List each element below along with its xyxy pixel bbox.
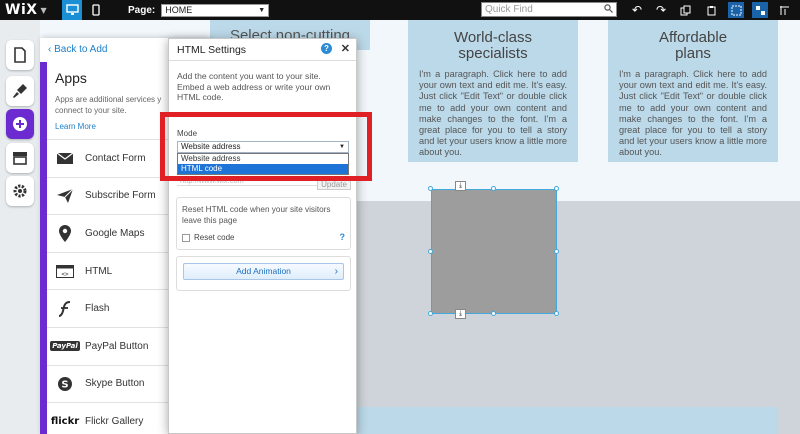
quick-find-input[interactable]: Quick Find: [481, 2, 617, 17]
page-label: Page:: [128, 4, 156, 16]
envelope-icon: [55, 148, 75, 168]
resize-handle[interactable]: [554, 249, 559, 254]
app-item-label: Flash: [85, 303, 110, 315]
search-icon: [604, 4, 613, 17]
app-market-icon: [13, 152, 27, 165]
pages-button[interactable]: [6, 40, 34, 70]
copy-icon[interactable]: [677, 2, 693, 18]
card-world-class[interactable]: World-class specialists I'm a paragraph. …: [408, 20, 578, 162]
highlight-box: [160, 112, 372, 181]
add-icon: [13, 117, 27, 131]
undo-icon[interactable]: ↶: [629, 2, 645, 18]
app-item-label: Subscribe Form: [85, 190, 156, 202]
card-title[interactable]: Affordable plans: [608, 20, 778, 62]
page-select[interactable]: HOME ▼: [161, 3, 270, 17]
resize-handle[interactable]: [428, 311, 433, 316]
app-item-label: Skype Button: [85, 378, 145, 390]
wix-logo[interactable]: WiX ▼: [0, 2, 52, 18]
app-item-label: PayPal Button: [85, 340, 149, 352]
flickr-icon: flickr: [50, 415, 80, 427]
html-settings-dialog: HTML Settings ? ✕ Add the content you wa…: [168, 38, 357, 434]
design-button[interactable]: [6, 76, 34, 106]
anchor-bottom-icon[interactable]: ⤓: [455, 309, 466, 319]
add-button[interactable]: [6, 109, 34, 139]
paste-icon[interactable]: [703, 2, 719, 18]
app-item-label: Flickr Gallery: [85, 415, 144, 427]
settings-icon: [13, 184, 27, 198]
learn-more-link[interactable]: Learn More: [55, 122, 96, 131]
mobile-icon: [92, 4, 100, 16]
left-rail: [0, 20, 40, 434]
resize-handle[interactable]: [491, 186, 496, 191]
apps-title: Apps: [55, 70, 87, 86]
desktop-icon: [65, 4, 79, 15]
back-to-add-link[interactable]: ‹ Back to Add: [48, 44, 107, 55]
card-paragraph[interactable]: I'm a paragraph. Click here to add your …: [408, 62, 578, 159]
skype-icon: S: [55, 374, 75, 394]
ruler-icon[interactable]: [776, 2, 792, 18]
anchor-top-icon[interactable]: ⤓: [455, 181, 466, 191]
flash-icon: [55, 299, 75, 319]
app-market-button[interactable]: [6, 143, 34, 173]
reset-description: Reset HTML code when your site visitors …: [182, 205, 331, 225]
add-animation-button[interactable]: Add Animation ›: [183, 263, 344, 280]
redo-icon[interactable]: ↷: [653, 2, 669, 18]
reset-section: Reset HTML code when your site visitors …: [176, 197, 351, 250]
reset-code-label: Reset code: [194, 233, 235, 242]
svg-text:<>: <>: [61, 271, 69, 278]
resize-handle[interactable]: [428, 249, 433, 254]
resize-handle[interactable]: [428, 186, 433, 191]
arrange-icon[interactable]: [752, 2, 768, 18]
card-paragraph[interactable]: I'm a paragraph. Click here to add your …: [608, 62, 778, 159]
resize-handle[interactable]: [491, 311, 496, 316]
settings-button[interactable]: [6, 176, 34, 206]
resize-handle[interactable]: [554, 186, 559, 191]
animation-section: Add Animation ›: [176, 256, 351, 291]
pages-icon: [14, 47, 26, 63]
dialog-intro: Add the content you want to your site. E…: [177, 71, 331, 103]
card-title[interactable]: World-class specialists: [408, 20, 578, 62]
app-item-label: HTML: [85, 265, 113, 277]
mobile-view-button[interactable]: [86, 0, 106, 20]
app-item-label: Google Maps: [85, 227, 145, 239]
close-icon[interactable]: ✕: [341, 42, 350, 55]
reset-code-checkbox[interactable]: [182, 233, 190, 242]
html-element-box[interactable]: [431, 189, 557, 314]
app-item-label: Contact Form: [85, 152, 146, 164]
chevron-down-icon: ▼: [258, 6, 266, 14]
panel-accent-bar: [40, 62, 47, 434]
chevron-right-icon: ›: [334, 266, 338, 277]
svg-text:S: S: [61, 379, 68, 390]
dialog-header: HTML Settings ? ✕: [169, 39, 356, 61]
resize-handle[interactable]: [554, 311, 559, 316]
question-icon[interactable]: ?: [340, 232, 346, 242]
html-code-icon: <>: [55, 261, 75, 281]
grid-lines-icon[interactable]: [728, 2, 744, 18]
paypal-icon: PayPal: [50, 341, 80, 352]
dialog-title: HTML Settings: [177, 43, 247, 56]
card-affordable-plans[interactable]: Affordable plans I'm a paragraph. Click h…: [608, 20, 778, 162]
help-icon[interactable]: ?: [321, 43, 332, 54]
design-icon: [13, 84, 27, 98]
paper-plane-icon: [55, 186, 75, 206]
logo-caret-icon: ▼: [40, 5, 48, 15]
footer-strip[interactable]: [330, 407, 778, 434]
map-pin-icon: [55, 223, 75, 243]
desktop-view-button[interactable]: [62, 0, 82, 20]
